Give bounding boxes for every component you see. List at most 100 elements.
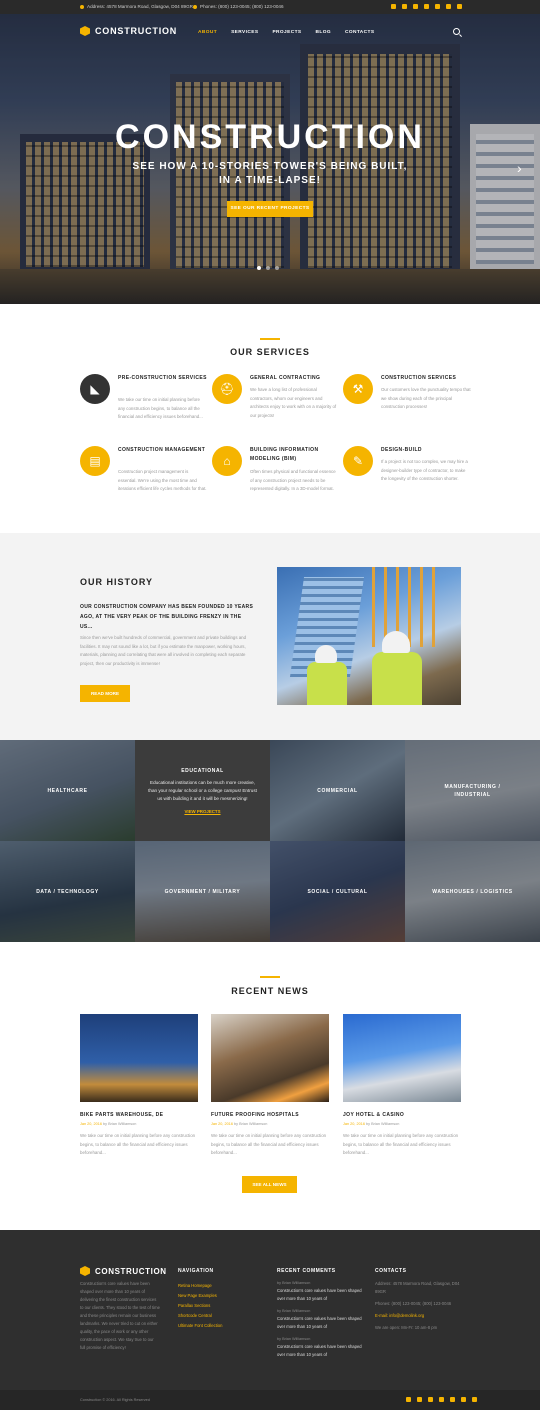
comment-item[interactable]: by Brian Williamson Construction's core …	[277, 1280, 369, 1303]
service-construction-management[interactable]: ▤ CONSTRUCTION MANAGEMENT Construction p…	[80, 446, 210, 506]
pinterest-icon[interactable]	[472, 1397, 477, 1402]
google-plus-icon[interactable]	[413, 4, 418, 9]
news-meta: Jan 20, 2016 by Brian Williamson	[343, 1122, 400, 1126]
comment-author: by Brian Williamson	[277, 1281, 311, 1285]
news-title: RECENT NEWS	[231, 986, 309, 996]
news-desc: We take our time on initial planning bef…	[80, 1133, 196, 1155]
footer-nav-item[interactable]: New Page Examples	[178, 1291, 222, 1301]
nav-services[interactable]: SERVICES	[231, 30, 258, 35]
tile-label: MANUFACTURING / INDUSTRIAL	[444, 783, 501, 798]
footer-comments-list: by Brian Williamson Construction's core …	[277, 1280, 369, 1359]
service-title: CONSTRUCTION SERVICES	[381, 375, 457, 381]
service-desc: Construction project management is essen…	[118, 469, 207, 491]
slide-dot-1[interactable]	[257, 266, 261, 270]
tile-label: HEALTHCARE	[47, 787, 88, 794]
news-card-2[interactable]: FUTURE PROOFING HOSPITALS Jan 20, 2016 b…	[211, 1014, 329, 1158]
nav-blog[interactable]: BLOG	[316, 30, 331, 35]
services-title: OUR SERVICES	[230, 347, 310, 357]
tile-educational[interactable]: EDUCATIONAL Educational institutions can…	[135, 740, 270, 841]
service-construction-services[interactable]: ⚒ CONSTRUCTION SERVICES Our customers lo…	[343, 374, 473, 434]
news-desc: We take our time on initial planning bef…	[211, 1133, 327, 1155]
vimeo-icon[interactable]	[439, 1397, 444, 1402]
social-links-top	[391, 4, 462, 9]
footer-nav-item[interactable]: Retina Homepage	[178, 1281, 222, 1291]
hero-subtitle: SEE HOW A 10-STORIES TOWER'S BEING BUILT…	[0, 160, 540, 188]
twitter-icon[interactable]	[417, 1397, 422, 1402]
footer-hours: We are open: Mn-Fr: 10 am-8 pm	[375, 1325, 438, 1330]
nav-about[interactable]: ABOUT	[198, 30, 217, 35]
service-title: DESIGN-BUILD	[381, 447, 422, 453]
footer-comments-title: RECENT COMMENTS	[277, 1268, 336, 1274]
nav-projects[interactable]: PROJECTS	[272, 30, 301, 35]
clipboard-icon: ▤	[80, 446, 110, 476]
news-title[interactable]: FUTURE PROOFING HOSPITALS	[211, 1112, 329, 1118]
service-pre-construction[interactable]: ◣ PRE-CONSTRUCTION SERVICES We take our …	[80, 374, 210, 434]
instagram-icon[interactable]	[461, 1397, 466, 1402]
tile-label: EDUCATIONAL	[181, 768, 224, 774]
news-title[interactable]: JOY HOTEL & CASINO	[343, 1112, 461, 1118]
news-card-1[interactable]: BIKE PARTS WAREHOUSE, DE Jan 20, 2016 by…	[80, 1014, 198, 1158]
helmet-icon: ⛑	[212, 374, 242, 404]
pencil-ruler-icon: ✎	[343, 446, 373, 476]
slide-dot-2[interactable]	[266, 266, 270, 270]
tile-warehouses-logistics[interactable]: WAREHOUSES / LOGISTICS	[405, 841, 540, 942]
facebook-icon[interactable]	[391, 4, 396, 9]
hero-subtitle-line-2: IN A TIME-LAPSE!	[219, 175, 321, 186]
footer-contacts-title: CONTACTS	[375, 1268, 407, 1274]
footer-email[interactable]: E-mail: info@demolink.org	[375, 1312, 460, 1320]
service-title: GENERAL CONTRACTING	[250, 375, 321, 381]
service-desc: If a project is not too complex, we may …	[381, 459, 468, 481]
news-title[interactable]: BIKE PARTS WAREHOUSE, DE	[80, 1112, 198, 1118]
tile-desc: Educational institutions can be much mor…	[148, 780, 257, 801]
footer-logo[interactable]: CONSTRUCTION	[80, 1266, 167, 1276]
service-desc: Our customers love the punctuality tempo…	[381, 387, 471, 409]
footer-nav-item[interactable]: Shortcode Central	[178, 1311, 222, 1321]
tile-manufacturing[interactable]: MANUFACTURING / INDUSTRIAL	[405, 740, 540, 841]
tile-commercial[interactable]: COMMERCIAL	[270, 740, 405, 841]
cube-logo-icon	[80, 26, 90, 36]
view-projects-link[interactable]: VIEW PROJECTS	[184, 809, 220, 814]
cube-logo-icon	[80, 1266, 90, 1276]
tile-social-cultural[interactable]: SOCIAL / CULTURAL	[270, 841, 405, 942]
next-slide-arrow-icon[interactable]: ›	[517, 160, 522, 176]
pinterest-icon[interactable]	[457, 4, 462, 9]
service-title: PRE-CONSTRUCTION SERVICES	[118, 375, 207, 381]
service-bim[interactable]: ⌂ BUILDING INFORMATION MODELING (BIM) Of…	[212, 446, 342, 506]
youtube-icon[interactable]	[435, 4, 440, 9]
comment-item[interactable]: by Brian Williamson Construction's core …	[277, 1308, 369, 1331]
footer-nav-title: NAVIGATION	[178, 1268, 214, 1274]
comment-author: by Brian Williamson	[277, 1337, 311, 1341]
location-icon	[80, 4, 84, 9]
footer-nav-item[interactable]: Parallax Sections	[178, 1301, 222, 1311]
service-design-build[interactable]: ✎ DESIGN-BUILD If a project is not too c…	[343, 446, 473, 506]
comment-text: Construction's core values have been sha…	[277, 1288, 362, 1301]
service-desc: Often times physical and functional esse…	[250, 469, 336, 491]
facebook-icon[interactable]	[406, 1397, 411, 1402]
slide-dot-3[interactable]	[275, 266, 279, 270]
youtube-icon[interactable]	[450, 1397, 455, 1402]
site-logo[interactable]: CONSTRUCTION	[80, 26, 177, 36]
footer-about: Construction's core values have been sha…	[80, 1281, 160, 1350]
ruler-icon: ◣	[80, 374, 110, 404]
twitter-icon[interactable]	[402, 4, 407, 9]
see-all-news-button[interactable]: SEE ALL NEWS	[242, 1176, 297, 1193]
hero-title: CONSTRUCTION	[115, 118, 425, 156]
tile-government-military[interactable]: GOVERNMENT / MILITARY	[135, 841, 270, 942]
footer-nav-item[interactable]: Ultimate Font Collection	[178, 1321, 222, 1331]
comment-item[interactable]: by Brian Williamson Construction's core …	[277, 1336, 369, 1359]
social-links-footer	[406, 1397, 477, 1402]
tile-data-technology[interactable]: DATA / TECHNOLOGY	[0, 841, 135, 942]
copyright: Construction © 2016. All Rights Reserved	[80, 1398, 150, 1402]
recent-projects-button[interactable]: SEE OUR RECENT PROJECTS	[227, 201, 313, 217]
read-more-button[interactable]: READ MORE	[80, 685, 130, 702]
instagram-icon[interactable]	[446, 4, 451, 9]
main-nav: ABOUT SERVICES PROJECTS BLOG CONTACTS	[198, 30, 374, 35]
nav-contacts[interactable]: CONTACTS	[345, 30, 375, 35]
search-icon[interactable]	[453, 28, 460, 35]
service-general-contracting[interactable]: ⛑ GENERAL CONTRACTING We have a long lis…	[212, 374, 342, 434]
tile-healthcare[interactable]: HEALTHCARE	[0, 740, 135, 841]
google-plus-icon[interactable]	[428, 1397, 433, 1402]
tile-label: GOVERNMENT / MILITARY	[164, 888, 241, 895]
news-card-3[interactable]: JOY HOTEL & CASINO Jan 20, 2016 by Brian…	[343, 1014, 461, 1158]
vimeo-icon[interactable]	[424, 4, 429, 9]
